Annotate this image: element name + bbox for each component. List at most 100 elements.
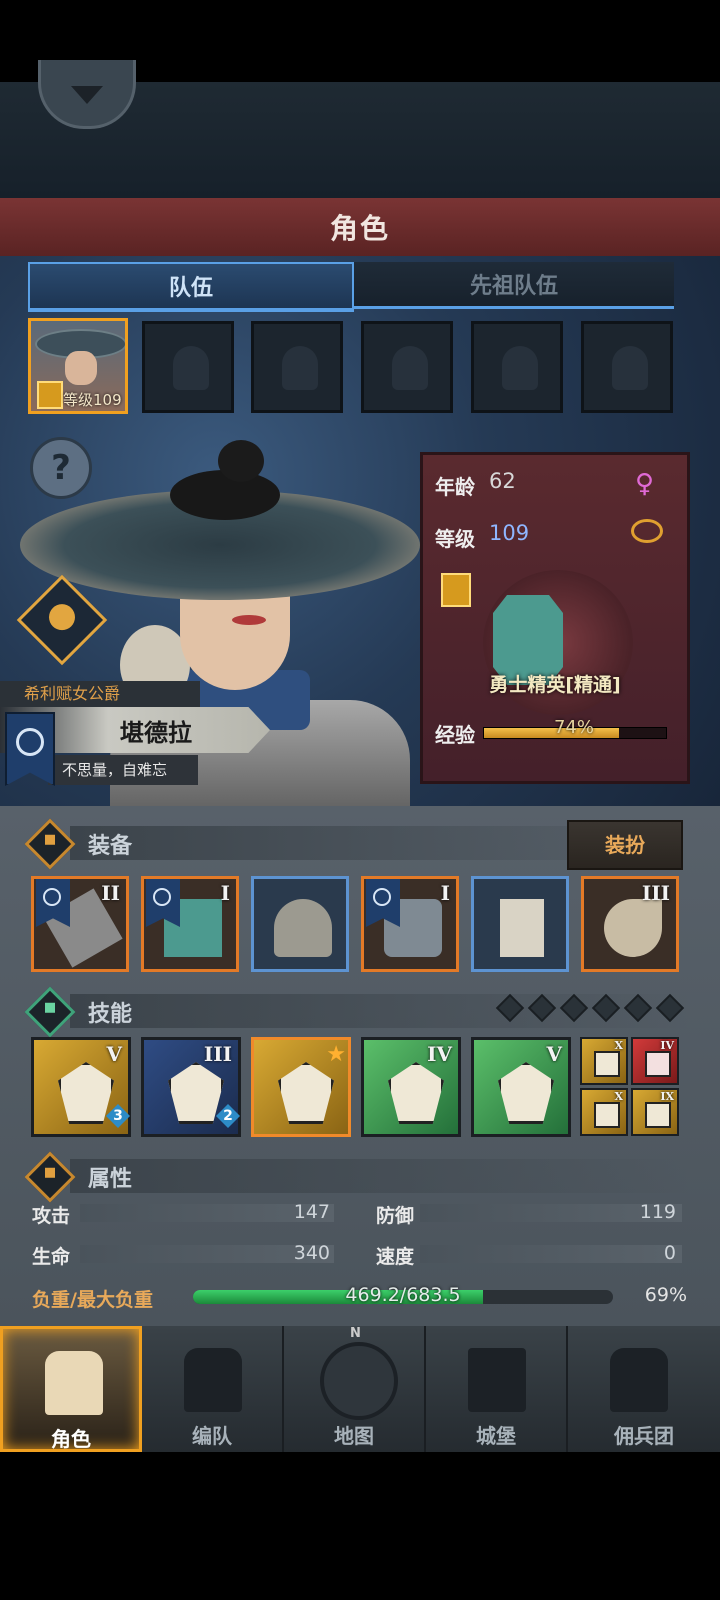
rank-label: IV (427, 1042, 452, 1066)
shield-icon (594, 1051, 620, 1077)
nav-formation[interactable]: 编队 (142, 1326, 284, 1452)
rank-label: III (203, 1042, 232, 1066)
star-icon (24, 986, 76, 1038)
nav-castle[interactable]: 城堡 (426, 1326, 568, 1452)
equip-slot-boots[interactable] (471, 876, 569, 972)
attributes-title: 属性 (88, 1167, 133, 1192)
shield-bash-icon (168, 1062, 224, 1124)
level-label: 等级 (435, 527, 475, 551)
equipment-title: 装备 (88, 834, 133, 859)
dress-up-button[interactable]: 装扮 (567, 820, 683, 870)
level-value: 109 (489, 521, 530, 545)
tab-ancestor-team[interactable]: 先祖队伍 (354, 262, 674, 309)
speed-value: 0 (663, 1242, 676, 1264)
mercenary-flag-icon (610, 1348, 668, 1412)
defense-value: 119 (639, 1201, 676, 1223)
tab-team[interactable]: 队伍 (28, 262, 354, 312)
attributes-header: 属性 (0, 1151, 720, 1203)
crystal-icon (498, 1062, 554, 1124)
load-value: 469.2/683.5 (345, 1284, 461, 1306)
charge-icon (278, 1062, 334, 1124)
equip-slot-accessory[interactable]: III (581, 876, 679, 972)
shield-sword-icon (58, 1062, 114, 1124)
age-value: 62 (489, 469, 516, 493)
section-bar (70, 1159, 690, 1193)
load-percent: 69% (644, 1284, 687, 1306)
portrait-hair-bun (218, 440, 264, 482)
unit-stats-card[interactable]: 年龄 62 ♀ 等级 109 勇士精英[精通] 经验 74% (420, 452, 690, 784)
skill-level-badge: 3 (106, 1104, 130, 1128)
house-emblem-icon (16, 728, 44, 756)
equip-slot-helmet[interactable] (251, 876, 349, 972)
female-icon: ♀ (635, 469, 655, 499)
rank-label: V (546, 1042, 562, 1066)
skill-slot[interactable]: IV (361, 1037, 461, 1137)
unit-class: 勇士精英[精通] (489, 674, 621, 696)
rank-label: II (101, 881, 120, 905)
hp-label: 生命 (32, 1246, 71, 1268)
rank-badge-icon (441, 573, 471, 607)
sword-icon (24, 818, 76, 870)
heart-icon (645, 1051, 671, 1077)
system-nav-area (0, 1452, 720, 1600)
page-title: 角色 (329, 212, 390, 245)
equip-slot-armor[interactable]: I (361, 876, 459, 972)
xp-percent: 74% (553, 717, 594, 738)
block-icon (645, 1102, 671, 1128)
hero-name: 堪德拉 (120, 719, 192, 747)
skill-slot[interactable]: V (471, 1037, 571, 1137)
party-slot-empty[interactable] (361, 321, 453, 413)
crystal-burst-icon (388, 1062, 444, 1124)
skill-slot[interactable]: ★ (251, 1037, 351, 1137)
xp-label: 经验 (435, 723, 475, 747)
compass-north-label: N (350, 1326, 361, 1341)
party-slot-empty[interactable] (142, 321, 234, 413)
compass-icon (320, 1342, 398, 1420)
hero-level-label: 等级109 (63, 391, 122, 409)
skill-slot[interactable]: V 3 (31, 1037, 131, 1137)
knight-icon (45, 1351, 103, 1415)
knight-helmet-icon (502, 346, 538, 390)
helmet-icon (274, 899, 332, 957)
rank-label: X (614, 1039, 623, 1052)
ring-icon (631, 519, 663, 543)
title-banner: 角色 (0, 198, 720, 259)
nav-character[interactable]: 角色 (0, 1326, 142, 1452)
rank-label: III (641, 881, 670, 905)
passive-skill-slot[interactable]: IV (631, 1037, 679, 1085)
hero-face (65, 351, 97, 385)
attack-value: 147 (293, 1201, 330, 1223)
passive-skill-slot[interactable]: X (580, 1088, 628, 1136)
portrait-lips (232, 615, 266, 625)
load-label: 负重/最大负重 (32, 1289, 153, 1311)
hp-value: 340 (293, 1242, 330, 1264)
boots-icon (500, 899, 544, 957)
portrait-hat-crown (170, 470, 280, 520)
nav-label: 角色 (51, 1427, 91, 1451)
potion-icon (43, 598, 81, 636)
knight-helmet-icon (392, 346, 428, 390)
passive-skill-slot[interactable]: IX (631, 1088, 679, 1136)
nav-label: 地图 (334, 1424, 374, 1448)
party-slot-empty[interactable] (251, 321, 343, 413)
passive-skill-slot[interactable]: X (580, 1037, 628, 1085)
party-slot-empty[interactable] (581, 321, 673, 413)
help-button[interactable]: ? (30, 437, 92, 499)
knight-helmet-icon (173, 346, 209, 390)
age-label: 年龄 (435, 475, 475, 499)
equip-slot-weapon[interactable]: II (31, 876, 129, 972)
helmet-icon (184, 1348, 242, 1412)
skill-slot[interactable]: III 2 (141, 1037, 241, 1137)
nav-mercenaries[interactable]: 佣兵团 (568, 1326, 720, 1452)
rank-label: V (106, 1042, 122, 1066)
rank-label: I (220, 881, 230, 905)
nav-label: 佣兵团 (614, 1424, 674, 1448)
nav-map[interactable]: N 地图 (284, 1326, 426, 1452)
party-slot-empty[interactable] (471, 321, 563, 413)
equip-slot-shield[interactable]: I (141, 876, 239, 972)
knight-helmet-icon (612, 346, 648, 390)
party-slot-hero[interactable]: 等级109 (28, 318, 128, 414)
rank-label: IV (660, 1039, 674, 1052)
skills-title: 技能 (88, 1002, 133, 1027)
star-icon: ★ (326, 1042, 346, 1067)
